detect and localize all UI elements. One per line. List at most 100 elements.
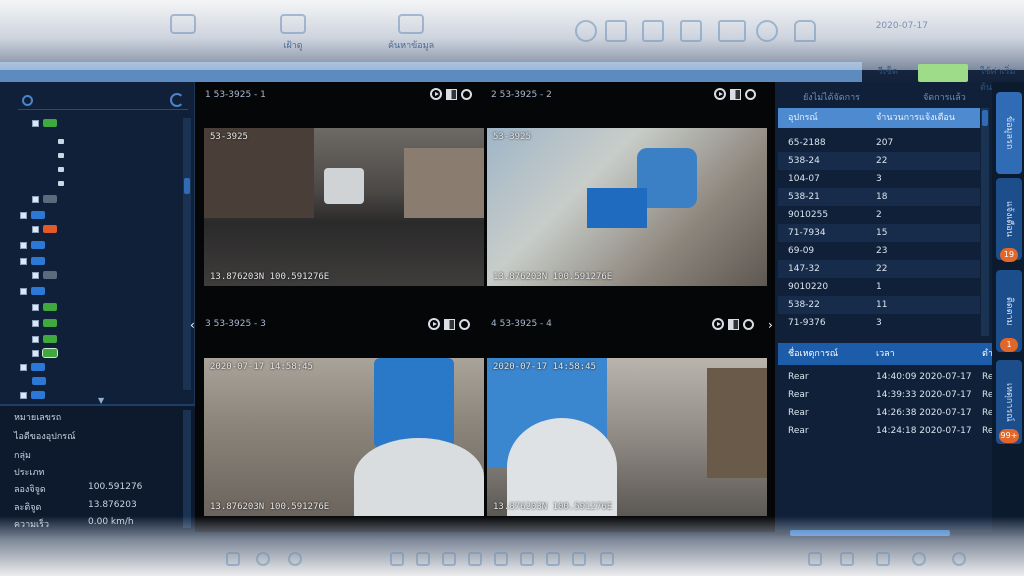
checkbox[interactable]	[20, 363, 27, 371]
checkbox[interactable]	[32, 335, 39, 343]
layout-1-icon[interactable]	[390, 552, 404, 566]
fullscreen-icon[interactable]	[520, 552, 534, 566]
video-feed-2[interactable]: 53-3925 13.876203N 100.591276E	[487, 128, 767, 286]
tree-node[interactable]	[32, 316, 57, 330]
report-icon[interactable]	[680, 20, 702, 42]
tree-node-camera[interactable]	[58, 162, 64, 176]
reset-button[interactable]: รีเซ็ต	[872, 64, 904, 80]
side-tab-vehicle-info[interactable]: ข้อมูลรถ	[996, 92, 1022, 174]
tree-node[interactable]	[32, 192, 57, 206]
video-feed-4[interactable]: 2020-07-17 14:58:45 13.876203N 100.59127…	[487, 358, 767, 516]
list-icon[interactable]	[605, 20, 627, 42]
alarm-table-scrollbar-thumb[interactable]	[982, 110, 988, 126]
tab-unhandled[interactable]: ยังไม่ได้จัดการ	[803, 90, 860, 104]
toolbar-item-home[interactable]	[170, 14, 196, 38]
tree-node[interactable]	[20, 284, 45, 298]
checkbox[interactable]	[32, 225, 39, 233]
tree-scrollbar-thumb[interactable]	[184, 178, 190, 194]
search-icon[interactable]	[22, 95, 33, 106]
bell-icon[interactable]	[794, 20, 816, 42]
play-icon[interactable]	[712, 318, 724, 330]
layout-icon[interactable]	[446, 88, 457, 100]
table-row[interactable]: 69-09 23	[778, 242, 980, 260]
video-feed-3[interactable]: 2020-07-17 14:58:45 13.876203N 100.59127…	[204, 358, 484, 516]
tree-scrollbar[interactable]	[183, 118, 191, 390]
tab-handled[interactable]: จัดการแล้ว	[923, 90, 966, 104]
layout-4-icon[interactable]	[416, 552, 430, 566]
play-icon[interactable]	[428, 318, 440, 330]
group-icon[interactable]	[840, 552, 854, 566]
table-row[interactable]: 538-24 22	[778, 152, 980, 170]
event-row[interactable]: Rear 14:26:38 2020-07-17 Re	[778, 404, 993, 422]
tree-node[interactable]	[32, 268, 57, 282]
table-row[interactable]: 9010255 2	[778, 206, 980, 224]
chevron-left-icon[interactable]: ‹	[190, 318, 195, 332]
checkbox[interactable]	[20, 391, 27, 399]
layout-icon[interactable]	[730, 88, 741, 100]
play-icon[interactable]	[714, 88, 726, 100]
snapshot-icon[interactable]	[256, 552, 270, 566]
table-row[interactable]: 65-2188 207	[778, 134, 980, 152]
event-row[interactable]: Rear 14:39:33 2020-07-17 Re	[778, 386, 993, 404]
checkbox[interactable]	[32, 349, 39, 357]
stop-all-icon[interactable]	[546, 552, 560, 566]
tree-icon[interactable]	[876, 552, 890, 566]
layout-9-icon[interactable]	[442, 552, 456, 566]
checkbox[interactable]	[20, 257, 27, 265]
chevron-right-icon[interactable]: ›	[768, 318, 773, 332]
zoom-icon[interactable]	[745, 88, 756, 100]
checkbox[interactable]	[32, 119, 39, 127]
tree-node[interactable]	[20, 208, 45, 222]
zoom-icon[interactable]	[461, 88, 472, 100]
tree-node-camera[interactable]	[58, 134, 64, 148]
event-row[interactable]: Rear 14:24:18 2020-07-17 Re	[778, 422, 993, 440]
volume-icon[interactable]	[226, 552, 240, 566]
tree-node-camera[interactable]	[58, 148, 64, 162]
media-icon[interactable]	[718, 20, 746, 42]
table-row[interactable]: 71-7934 15	[778, 224, 980, 242]
layout-icon[interactable]	[728, 318, 739, 330]
checkbox[interactable]	[32, 319, 39, 327]
play-icon[interactable]	[430, 88, 442, 100]
record-icon[interactable]	[288, 552, 302, 566]
table-row[interactable]: 147-32 22	[778, 260, 980, 278]
tree-node[interactable]	[20, 360, 45, 374]
help-icon[interactable]	[952, 552, 966, 566]
video-feed-1[interactable]: 53-3925 13.876203N 100.591276E	[204, 128, 484, 286]
chevron-down-icon[interactable]: ▼	[98, 396, 108, 405]
search-input[interactable]	[18, 92, 188, 110]
checkbox[interactable]	[20, 287, 27, 295]
tree-node[interactable]	[32, 332, 57, 346]
layout-16-icon[interactable]	[468, 552, 482, 566]
tree-node-camera[interactable]	[58, 176, 64, 190]
map-icon[interactable]	[808, 552, 822, 566]
tree-node[interactable]	[20, 254, 45, 268]
table-row[interactable]: 104-07 3	[778, 170, 980, 188]
event-row[interactable]: Rear 14:40:09 2020-07-17 Re	[778, 368, 993, 386]
refresh-icon[interactable]	[170, 93, 184, 107]
tree-node[interactable]	[32, 300, 57, 314]
layout-custom-icon[interactable]	[494, 552, 508, 566]
zoom-icon[interactable]	[743, 318, 754, 330]
history-icon[interactable]	[575, 20, 597, 42]
table-row[interactable]: 538-22 11	[778, 296, 980, 314]
table-row[interactable]: 71-9376 3	[778, 314, 980, 332]
default-button[interactable]: ใช้ค่าเริ่มต้น	[974, 64, 1024, 93]
checkbox[interactable]	[20, 211, 27, 219]
checkbox[interactable]	[32, 195, 39, 203]
tree-node[interactable]	[32, 374, 46, 388]
checkbox[interactable]	[32, 303, 39, 311]
clock-icon[interactable]	[756, 20, 778, 42]
toolbar-item-search[interactable]: ค้นหาข้อมูล	[388, 14, 434, 52]
info-scrollbar[interactable]	[183, 410, 191, 528]
close-all-icon[interactable]	[600, 552, 614, 566]
tree-node[interactable]	[20, 238, 45, 252]
zoom-icon[interactable]	[459, 318, 470, 330]
headset-icon[interactable]	[912, 552, 926, 566]
tree-node[interactable]	[32, 346, 58, 360]
table-row[interactable]: 538-21 18	[778, 188, 980, 206]
checkbox[interactable]	[20, 241, 27, 249]
tree-node[interactable]	[32, 116, 57, 130]
alarm-table-scrollbar[interactable]	[981, 108, 989, 336]
tree-node[interactable]	[20, 388, 45, 400]
